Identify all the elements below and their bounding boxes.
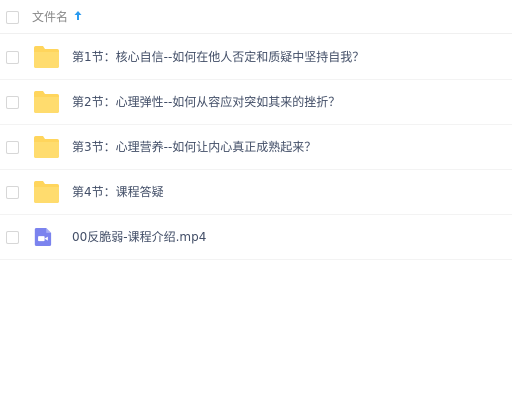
file-name[interactable]: 第4节：课程答疑 xyxy=(72,184,164,200)
row-checkbox[interactable] xyxy=(6,96,19,109)
file-list: 文件名 第1节：核心自信--如何在他人否定和质疑中坚持自我？ 第2节：心理弹性-… xyxy=(0,0,512,402)
file-row[interactable]: 第1节：核心自信--如何在他人否定和质疑中坚持自我？ xyxy=(0,35,512,80)
folder-icon xyxy=(34,136,59,158)
row-checkbox[interactable] xyxy=(6,141,19,154)
file-row[interactable]: 第4节：课程答疑 xyxy=(0,170,512,215)
file-row[interactable]: 第3节：心理营养--如何让内心真正成熟起来？ xyxy=(0,125,512,170)
select-all-checkbox[interactable] xyxy=(6,11,19,24)
file-row[interactable]: 第2节：心理弹性--如何从容应对突如其来的挫折？ xyxy=(0,80,512,125)
file-name[interactable]: 第3节：心理营养--如何让内心真正成熟起来？ xyxy=(72,139,316,155)
file-list-header: 文件名 xyxy=(0,0,512,34)
file-name[interactable]: 第1节：核心自信--如何在他人否定和质疑中坚持自我？ xyxy=(72,49,364,65)
folder-icon xyxy=(34,91,59,113)
row-checkbox[interactable] xyxy=(6,186,19,199)
arrow-up-icon[interactable] xyxy=(74,10,82,22)
folder-icon xyxy=(34,46,59,68)
folder-icon xyxy=(34,181,59,203)
file-name[interactable]: 00反脆弱-课程介绍.mp4 xyxy=(72,229,206,245)
video-file-icon xyxy=(34,228,52,246)
row-checkbox[interactable] xyxy=(6,231,19,244)
filename-column-header[interactable]: 文件名 xyxy=(32,9,68,25)
row-checkbox[interactable] xyxy=(6,51,19,64)
file-row[interactable]: 00反脆弱-课程介绍.mp4 xyxy=(0,215,512,260)
file-name[interactable]: 第2节：心理弹性--如何从容应对突如其来的挫折？ xyxy=(72,94,340,110)
